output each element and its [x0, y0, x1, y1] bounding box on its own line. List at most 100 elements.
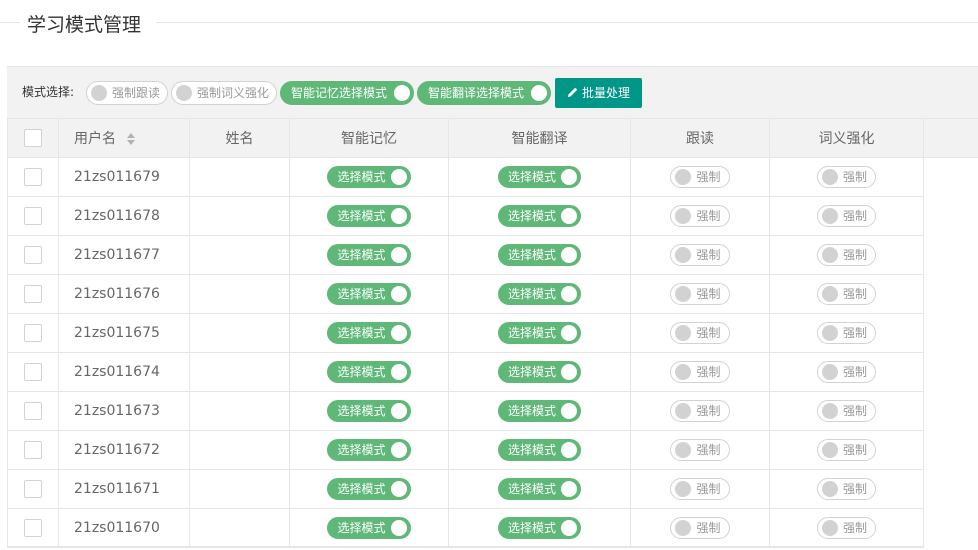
follow-read-switch[interactable]: 强制	[670, 400, 730, 422]
row-checkbox[interactable]	[24, 441, 42, 459]
smart-translate-switch[interactable]: 选择模式	[497, 400, 581, 422]
switch-label: 强制	[696, 521, 721, 535]
switch-knob	[561, 364, 577, 380]
switch-label: 强制词义强化	[197, 86, 270, 100]
username-cell: 21zs011674	[58, 352, 190, 392]
batch-process-button[interactable]: 批量处理	[555, 78, 642, 108]
switch-label: 强制	[842, 482, 867, 496]
meaning-enhance-switch[interactable]: 强制	[816, 439, 876, 461]
page-header: 学习模式管理	[0, 0, 978, 44]
row-checkbox[interactable]	[24, 519, 42, 537]
row-checkbox[interactable]	[24, 168, 42, 186]
row-checkbox[interactable]	[24, 324, 42, 342]
smart-translate-mode-switch[interactable]: 智能翻译选择模式	[417, 81, 552, 105]
switch-label: 强制	[842, 287, 867, 301]
username-cell: 21zs011673	[58, 391, 190, 431]
column-header-username[interactable]: 用户名	[58, 118, 190, 158]
smart-translate-switch[interactable]: 选择模式	[497, 283, 581, 305]
switch-label: 强制	[696, 248, 721, 262]
sort-icon[interactable]	[126, 132, 136, 146]
legend-divider-right	[156, 22, 978, 23]
meaning-enhance-switch[interactable]: 强制	[816, 361, 876, 383]
row-checkbox[interactable]	[24, 402, 42, 420]
switch-knob	[390, 520, 407, 536]
meaning-enhance-switch[interactable]: 强制	[816, 322, 876, 344]
row-select-cell	[7, 313, 59, 353]
follow-read-switch[interactable]: 强制	[670, 244, 730, 266]
name-cell	[189, 235, 290, 275]
follow-read-cell: 强制	[630, 430, 770, 470]
smart-memory-switch[interactable]: 选择模式	[327, 283, 411, 305]
smart-memory-switch[interactable]: 选择模式	[327, 400, 411, 422]
force-follow-read-switch[interactable]: 强制跟读	[86, 81, 169, 105]
switch-label: 强制	[696, 170, 721, 184]
column-header-meaning-enhance: 词义强化	[769, 118, 924, 158]
table-row: 21zs011670 选择模式 选择模式 强制 强制	[7, 508, 978, 548]
row-checkbox[interactable]	[24, 207, 42, 225]
smart-translate-switch[interactable]: 选择模式	[497, 517, 581, 539]
smart-memory-switch[interactable]: 选择模式	[327, 361, 411, 383]
switch-label: 选择模式	[507, 443, 556, 457]
meaning-enhance-cell: 强制	[769, 274, 924, 314]
row-select-cell	[7, 196, 59, 236]
switch-label: 强制	[696, 404, 721, 418]
smart-memory-switch[interactable]: 选择模式	[327, 517, 411, 539]
follow-read-cell: 强制	[630, 274, 770, 314]
meaning-enhance-switch[interactable]: 强制	[816, 205, 876, 227]
follow-read-switch[interactable]: 强制	[670, 361, 730, 383]
switch-label: 强制	[696, 443, 721, 457]
row-checkbox[interactable]	[24, 246, 42, 264]
select-all-checkbox[interactable]	[24, 129, 42, 147]
switch-knob	[531, 85, 548, 101]
follow-read-switch[interactable]: 强制	[670, 283, 730, 305]
switch-knob	[675, 325, 692, 341]
meaning-enhance-switch[interactable]: 强制	[816, 478, 876, 500]
follow-read-switch[interactable]: 强制	[670, 517, 730, 539]
smart-translate-switch[interactable]: 选择模式	[497, 322, 581, 344]
name-cell	[189, 508, 290, 548]
follow-read-switch[interactable]: 强制	[670, 166, 730, 188]
smart-memory-mode-switch[interactable]: 智能记忆选择模式	[280, 81, 415, 105]
username-cell: 21zs011671	[58, 469, 190, 509]
smart-memory-switch[interactable]: 选择模式	[327, 205, 411, 227]
force-meaning-enhance-switch[interactable]: 强制词义强化	[171, 81, 278, 105]
meaning-enhance-cell: 强制	[769, 430, 924, 470]
smart-memory-switch[interactable]: 选择模式	[327, 322, 411, 344]
row-checkbox[interactable]	[24, 480, 42, 498]
meaning-enhance-switch[interactable]: 强制	[816, 400, 876, 422]
row-checkbox[interactable]	[24, 285, 42, 303]
row-checkbox[interactable]	[24, 363, 42, 381]
switch-label: 选择模式	[507, 365, 556, 379]
follow-read-switch[interactable]: 强制	[670, 205, 730, 227]
switch-label: 强制	[696, 365, 721, 379]
smart-memory-switch[interactable]: 选择模式	[327, 166, 411, 188]
follow-read-switch[interactable]: 强制	[670, 322, 730, 344]
switch-label: 选择模式	[337, 209, 386, 223]
follow-read-cell: 强制	[630, 196, 770, 236]
switch-knob	[675, 364, 692, 380]
smart-translate-switch[interactable]: 选择模式	[497, 244, 581, 266]
smart-memory-cell: 选择模式	[289, 157, 449, 197]
meaning-enhance-switch[interactable]: 强制	[816, 244, 876, 266]
smart-memory-switch[interactable]: 选择模式	[327, 439, 411, 461]
smart-translate-switch[interactable]: 选择模式	[497, 205, 581, 227]
column-header-smart-translate: 智能翻译	[448, 118, 631, 158]
smart-translate-switch[interactable]: 选择模式	[497, 361, 581, 383]
switch-knob	[561, 208, 577, 224]
smart-translate-switch[interactable]: 选择模式	[497, 166, 581, 188]
column-header-name: 姓名	[189, 118, 290, 158]
meaning-enhance-switch[interactable]: 强制	[816, 283, 876, 305]
meaning-enhance-switch[interactable]: 强制	[816, 517, 876, 539]
smart-memory-switch[interactable]: 选择模式	[327, 478, 411, 500]
row-filler	[924, 275, 978, 314]
row-filler	[924, 158, 978, 197]
follow-read-switch[interactable]: 强制	[670, 439, 730, 461]
meaning-enhance-switch[interactable]: 强制	[816, 166, 876, 188]
smart-memory-switch[interactable]: 选择模式	[327, 244, 411, 266]
smart-memory-cell: 选择模式	[289, 235, 449, 275]
follow-read-switch[interactable]: 强制	[670, 478, 730, 500]
smart-translate-switch[interactable]: 选择模式	[497, 439, 581, 461]
row-filler	[924, 509, 978, 548]
smart-translate-switch[interactable]: 选择模式	[497, 478, 581, 500]
name-cell	[189, 196, 290, 236]
